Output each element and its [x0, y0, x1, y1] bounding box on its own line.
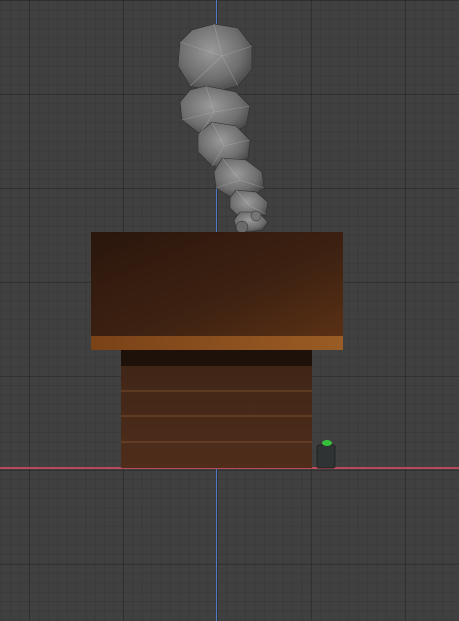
smoke-wisp: [250, 210, 262, 222]
smoke-plume[interactable]: [177, 23, 269, 234]
marker-light: [322, 440, 332, 446]
chimney-base[interactable]: [121, 366, 312, 468]
chimney-block[interactable]: [91, 232, 343, 336]
3d-viewport[interactable]: [0, 0, 459, 621]
scene-canvas: [91, 23, 343, 469]
smoke-wisp: [235, 220, 249, 234]
smoke-puff-top: [177, 23, 253, 93]
ledge-shadow: [121, 350, 312, 366]
chimney-ledge[interactable]: [91, 336, 343, 350]
green-marker[interactable]: [316, 440, 336, 469]
marker-body: [316, 444, 336, 469]
